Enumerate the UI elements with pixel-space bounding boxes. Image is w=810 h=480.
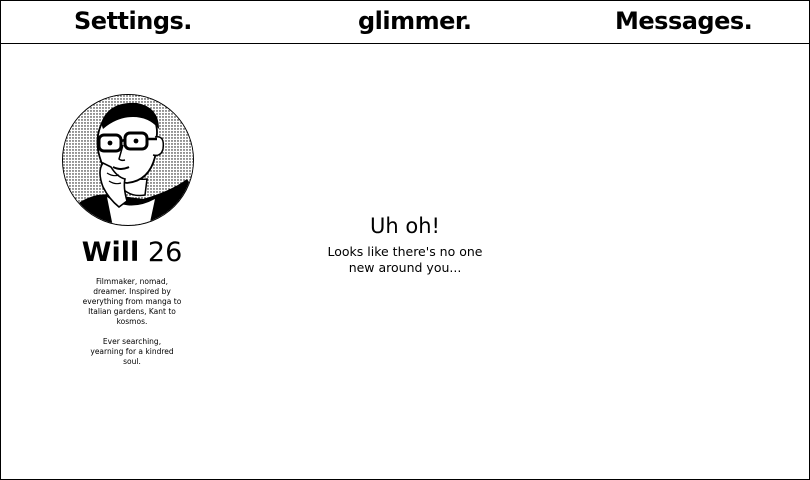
profile-age: 26 <box>147 237 183 268</box>
empty-state: Uh oh! Looks like there's no one new aro… <box>300 212 510 276</box>
settings-nav-link[interactable]: Settings. <box>74 5 192 37</box>
profile-name-age: Will 26 <box>0 236 264 270</box>
bio-paragraph: Filmmaker, nomad, dreamer. Inspired by e… <box>82 277 182 326</box>
profile-bio: Filmmaker, nomad, dreamer. Inspired by e… <box>0 277 264 377</box>
top-nav-bar: Settings. glimmer. Messages. <box>0 0 810 44</box>
app-logo: glimmer. <box>358 7 472 35</box>
profile-name: Will <box>81 237 140 268</box>
messages-nav-link[interactable]: Messages. <box>615 5 753 37</box>
empty-state-message: Looks like there's no one new around you… <box>327 244 483 275</box>
profile-portrait-icon <box>63 95 193 225</box>
profile-avatar <box>62 94 194 226</box>
bio-paragraph: Ever searching, yearning for a kindred s… <box>90 337 174 366</box>
empty-state-title: Uh oh! <box>370 214 440 238</box>
